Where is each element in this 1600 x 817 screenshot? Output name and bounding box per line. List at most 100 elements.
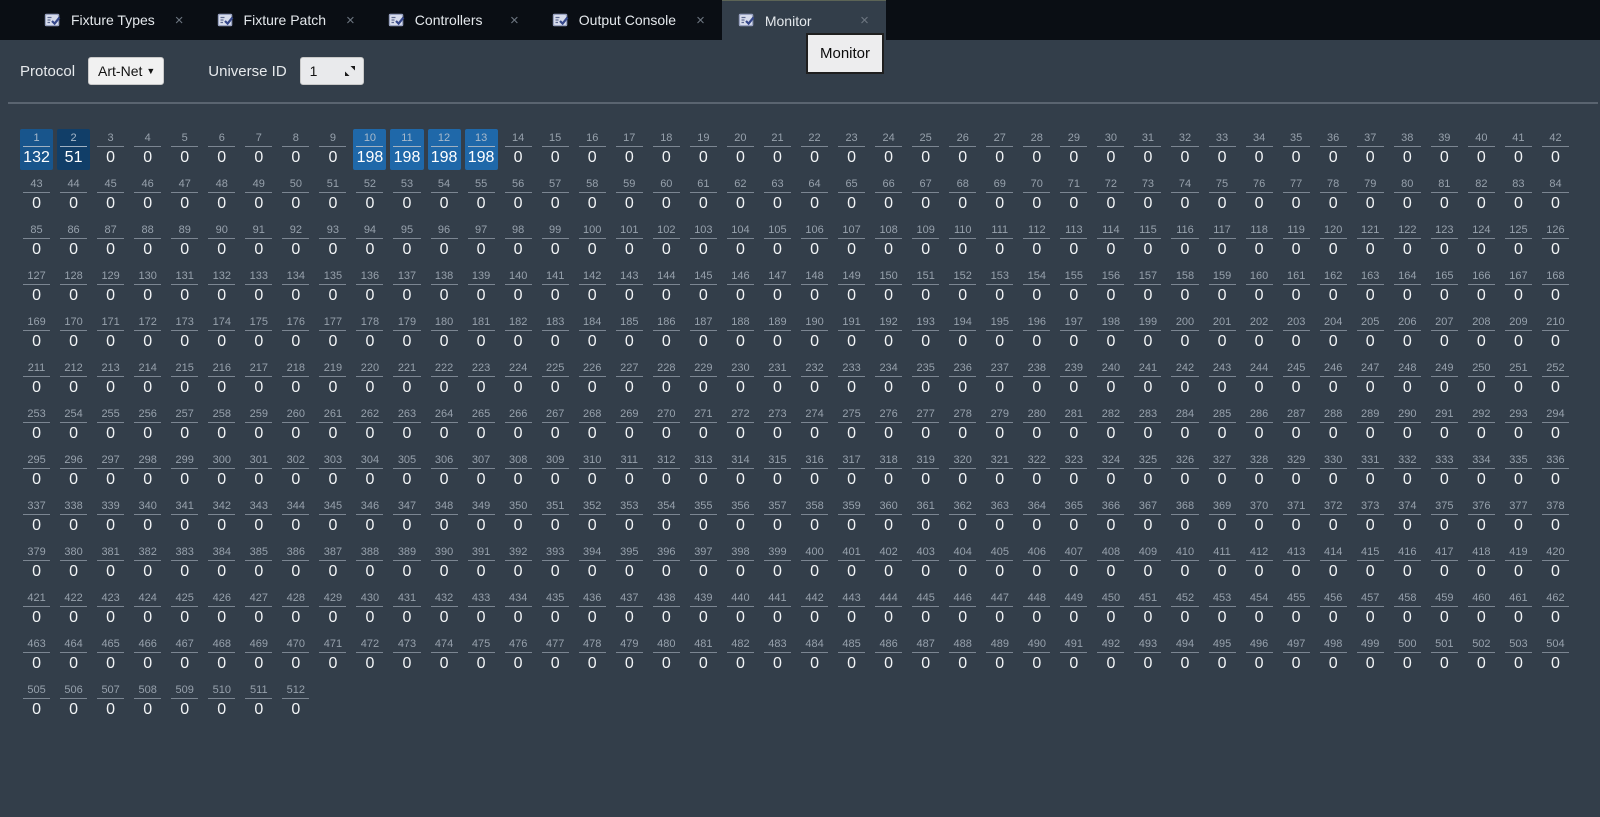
channel-number: 337 xyxy=(23,500,51,515)
channel-number: 68 xyxy=(949,178,977,193)
channel-value: 0 xyxy=(143,701,153,718)
channel-number: 175 xyxy=(245,316,273,331)
dmx-channel-362: 362 0 xyxy=(946,497,979,538)
channel-value: 0 xyxy=(1069,609,1079,626)
dmx-channel-391: 391 0 xyxy=(465,543,498,584)
dmx-channel-369: 369 0 xyxy=(1206,497,1239,538)
channel-number: 143 xyxy=(615,270,643,285)
channel-number: 508 xyxy=(134,684,162,699)
dmx-channel-281: 281 0 xyxy=(1057,405,1090,446)
close-icon[interactable]: × xyxy=(857,11,872,30)
channel-number: 156 xyxy=(1097,270,1125,285)
channel-value: 0 xyxy=(1513,425,1523,442)
channel-number: 492 xyxy=(1097,638,1125,653)
channel-number: 438 xyxy=(652,592,680,607)
channel-value: 0 xyxy=(328,195,338,212)
channel-value: 0 xyxy=(773,287,782,304)
dmx-channel-126: 126 0 xyxy=(1539,221,1572,262)
dmx-channel-232: 232 0 xyxy=(798,359,831,400)
channel-number: 289 xyxy=(1356,408,1384,423)
channel-value: 0 xyxy=(1476,655,1486,672)
dmx-channel-364: 364 0 xyxy=(1020,497,1053,538)
channel-number: 377 xyxy=(1504,500,1532,515)
dmx-channel-114: 114 0 xyxy=(1094,221,1127,262)
dmx-channel-141: 141 0 xyxy=(539,267,572,308)
channel-number: 257 xyxy=(171,408,199,423)
channel-number: 40 xyxy=(1467,132,1495,147)
dmx-channel-330: 330 0 xyxy=(1317,451,1350,492)
channel-value: 0 xyxy=(810,195,819,212)
channel-value: 0 xyxy=(254,425,264,442)
channel-number: 7 xyxy=(245,132,273,147)
dmx-channel-385: 385 0 xyxy=(242,543,275,584)
channel-number: 401 xyxy=(838,546,866,561)
channel-number: 393 xyxy=(541,546,569,561)
dmx-channel-81: 81 0 xyxy=(1428,175,1461,216)
channel-value: 0 xyxy=(698,241,708,258)
channel-value: 0 xyxy=(1513,471,1523,488)
dmx-channel-42: 42 0 xyxy=(1539,129,1572,170)
channel-value: 0 xyxy=(402,655,412,672)
dmx-channel-337: 337 0 xyxy=(20,497,53,538)
channel-value: 0 xyxy=(1217,563,1227,580)
channel-value: 0 xyxy=(1254,149,1264,166)
channel-value: 0 xyxy=(32,241,41,258)
close-icon[interactable]: × xyxy=(693,11,708,30)
channel-value: 0 xyxy=(143,379,153,396)
toolbar-separator xyxy=(8,102,1598,104)
dmx-channel-403: 403 0 xyxy=(909,543,942,584)
tab-fixture-patch[interactable]: Fixture Patch × xyxy=(201,0,372,40)
channel-value: 0 xyxy=(1365,563,1375,580)
channel-number: 475 xyxy=(467,638,495,653)
tab-fixture-types[interactable]: Fixture Types × xyxy=(28,0,201,40)
channel-number: 327 xyxy=(1208,454,1236,469)
channel-number: 311 xyxy=(615,454,643,469)
dmx-channel-156: 156 0 xyxy=(1094,267,1127,308)
dmx-channel-339: 339 0 xyxy=(94,497,127,538)
universe-id-spinbox[interactable]: 1 xyxy=(299,57,364,85)
dmx-channel-288: 288 0 xyxy=(1317,405,1350,446)
dmx-channel-140: 140 0 xyxy=(502,267,535,308)
channel-number: 454 xyxy=(1245,592,1273,607)
close-icon[interactable]: × xyxy=(507,11,522,30)
dmx-channel-397: 397 0 xyxy=(687,543,720,584)
channel-value: 0 xyxy=(1254,287,1264,304)
close-icon[interactable]: × xyxy=(343,11,358,30)
tab-output-console[interactable]: Output Console × xyxy=(536,0,722,40)
channel-value: 0 xyxy=(254,379,264,396)
channel-value: 0 xyxy=(1551,149,1560,166)
dmx-channel-463: 463 0 xyxy=(20,635,53,676)
channel-value: 0 xyxy=(1032,563,1042,580)
channel-value: 0 xyxy=(143,563,153,580)
channel-value: 0 xyxy=(1439,425,1449,442)
channel-number: 144 xyxy=(652,270,680,285)
dmx-channel-98: 98 0 xyxy=(502,221,535,262)
dmx-channel-498: 498 0 xyxy=(1317,635,1350,676)
dmx-channel-298: 298 0 xyxy=(131,451,164,492)
channel-value: 0 xyxy=(624,471,634,488)
channel-value: 0 xyxy=(217,471,227,488)
dmx-channel-8: 80 xyxy=(279,129,312,170)
channel-value: 0 xyxy=(958,563,968,580)
close-icon[interactable]: × xyxy=(172,11,187,30)
dmx-channel-237: 237 0 xyxy=(983,359,1016,400)
channel-value: 0 xyxy=(735,655,745,672)
channel-value: 0 xyxy=(402,425,412,442)
dmx-channel-203: 203 0 xyxy=(1280,313,1313,354)
tab-label: Controllers xyxy=(414,12,483,28)
dmx-channel-272: 272 0 xyxy=(724,405,757,446)
tab-controllers[interactable]: Controllers × xyxy=(372,0,536,40)
dmx-channel-160: 160 0 xyxy=(1243,267,1276,308)
protocol-dropdown[interactable]: Art-Net ▼ xyxy=(88,57,165,85)
channel-number: 307 xyxy=(467,454,495,469)
channel-number: 495 xyxy=(1208,638,1236,653)
channel-value: 0 xyxy=(1551,379,1560,396)
channel-value: 0 xyxy=(513,609,523,626)
channel-value: 0 xyxy=(1365,333,1375,350)
channel-number: 51 xyxy=(319,178,347,193)
channel-number: 42 xyxy=(1541,132,1569,147)
channel-number: 331 xyxy=(1356,454,1384,469)
channel-value: 0 xyxy=(810,379,819,396)
channel-number: 102 xyxy=(652,224,680,239)
channel-value: 0 xyxy=(291,287,301,304)
